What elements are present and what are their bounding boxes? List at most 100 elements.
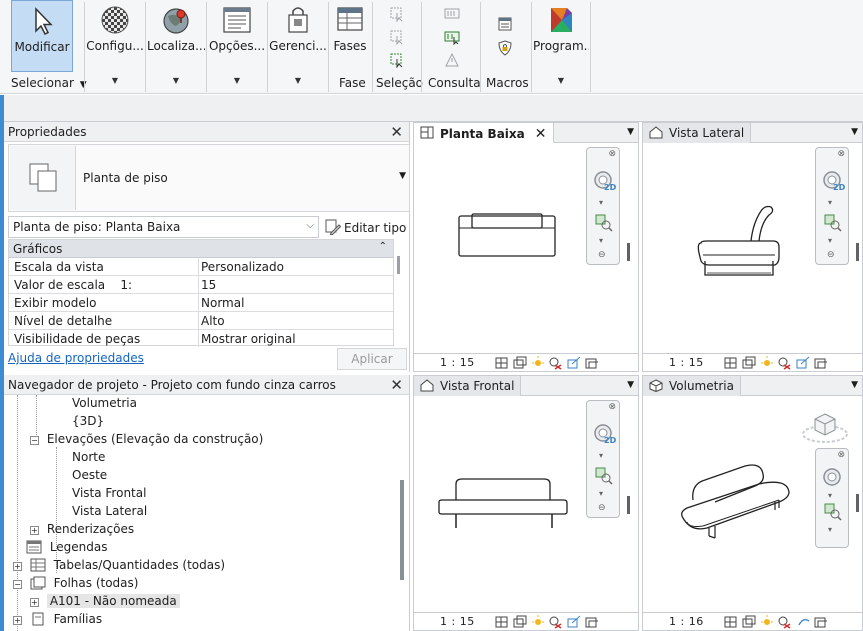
view-vista-lateral[interactable]: Vista Lateral ▼ ⊗ 2D ▾ ▾ ⊖ 1 : 15: [642, 122, 863, 372]
property-value[interactable]: Alto: [198, 312, 378, 329]
property-row[interactable]: Visibilidade de peças Mostrar original: [9, 330, 393, 348]
zoom-icon[interactable]: [595, 214, 613, 232]
view-scale[interactable]: 1 : 15: [440, 615, 475, 628]
warnings-icon[interactable]: [444, 52, 460, 68]
view-planta-baixa[interactable]: Planta Baixa ✕ ▼ ⊗ 2D ▾ ▾ ⊖ 1 : 15: [413, 122, 639, 372]
property-value[interactable]: 15: [198, 276, 378, 293]
options-button[interactable]: Opções... ▼: [208, 0, 266, 85]
tree-item-volumetria[interactable]: Volumetria: [72, 396, 137, 414]
nav-options-icon[interactable]: ⊖: [598, 503, 606, 513]
tree-item-vista-lateral[interactable]: Vista Lateral: [72, 504, 147, 522]
tree-item-vista-frontal[interactable]: Vista Frontal: [72, 486, 146, 504]
view-scrollbar[interactable]: [856, 494, 859, 512]
property-row[interactable]: Exibir modelo Normal: [9, 294, 393, 312]
select-links-icon[interactable]: [389, 6, 405, 22]
viewcube-icon[interactable]: [801, 410, 849, 444]
view-menu-icon[interactable]: ▼: [851, 127, 858, 137]
view-scrollbar[interactable]: [627, 243, 630, 261]
close-icon[interactable]: ⊗: [837, 450, 845, 460]
select-underlay-icon[interactable]: [389, 29, 405, 45]
chevron-down-icon[interactable]: ▾: [828, 491, 832, 500]
nav-options-icon[interactable]: ⊖: [598, 250, 606, 260]
apply-button[interactable]: Aplicar: [337, 348, 407, 370]
type-selector[interactable]: Planta de piso ▼: [8, 144, 410, 212]
view-volumetria[interactable]: Volumetria ▼ ⊗ ▾ ▾ 1 : 16: [642, 375, 863, 631]
view-menu-icon[interactable]: ▼: [627, 127, 634, 137]
properties-help-link[interactable]: Ajuda de propriedades: [8, 351, 144, 365]
tree-item-renderings[interactable]: + Renderizações: [30, 522, 134, 540]
tree-item-families[interactable]: + Famílias: [13, 612, 102, 630]
chevron-down-icon[interactable]: ▾: [828, 525, 832, 534]
steering-wheel-icon[interactable]: [822, 467, 846, 491]
expand-toggle-icon[interactable]: +: [13, 616, 22, 625]
graphics-category[interactable]: Gráficos ⌃: [9, 240, 393, 258]
chevron-down-icon[interactable]: ▾: [599, 489, 603, 498]
expand-toggle-icon[interactable]: +: [13, 562, 22, 571]
property-row[interactable]: Escala da vista Personalizado: [9, 258, 393, 276]
chevron-down-icon[interactable]: ▾: [828, 236, 832, 245]
select-by-id-icon[interactable]: [444, 29, 460, 45]
tree-item-a101[interactable]: + A101 - Não nomeada: [30, 594, 180, 612]
chevron-down-icon[interactable]: ▾: [828, 198, 832, 207]
collapse-icon[interactable]: ⌃: [379, 241, 387, 252]
property-row[interactable]: Valor de escala 1: 15: [9, 276, 393, 294]
view-menu-icon[interactable]: ▼: [627, 380, 634, 390]
manage-button[interactable]: Gerenci... ▼: [269, 0, 327, 85]
browser-scrollbar[interactable]: [400, 480, 404, 580]
close-icon[interactable]: ✕: [390, 376, 403, 394]
view-scrollbar[interactable]: [856, 243, 859, 261]
tree-item-3d[interactable]: {3D}: [72, 414, 104, 432]
tab-volumetria[interactable]: Volumetria: [643, 376, 741, 396]
view-menu-icon[interactable]: ▼: [851, 380, 858, 390]
macro-security-icon[interactable]: [497, 40, 513, 56]
select-panel-label[interactable]: Selecionar ▼: [11, 76, 87, 90]
view-control-icons[interactable]: [723, 615, 863, 629]
tree-item-oeste[interactable]: Oeste: [72, 468, 107, 486]
chevron-down-icon[interactable]: ▼: [399, 171, 406, 181]
expand-toggle-icon[interactable]: +: [30, 598, 39, 607]
close-icon[interactable]: ⊗: [608, 402, 616, 412]
tree-item-schedules[interactable]: + Tabelas/Quantidades (todas): [13, 558, 225, 576]
property-value[interactable]: Normal: [198, 294, 378, 311]
close-icon[interactable]: ⊗: [837, 149, 845, 159]
dynamo-button[interactable]: Program... ▼: [533, 0, 589, 85]
location-button[interactable]: Localiza... ▼: [147, 0, 205, 85]
tree-item-legends[interactable]: Legendas: [26, 540, 108, 558]
macro-manager-icon[interactable]: [497, 16, 513, 32]
chevron-down-icon[interactable]: ▾: [599, 198, 603, 207]
tree-item-elevations[interactable]: − Elevações (Elevação da construção): [30, 432, 263, 450]
tab-planta-baixa[interactable]: Planta Baixa ✕: [414, 123, 554, 143]
property-value[interactable]: Mostrar original: [198, 330, 378, 347]
zoom-icon[interactable]: [824, 214, 842, 232]
tab-vista-frontal[interactable]: Vista Frontal: [414, 376, 522, 396]
zoom-icon[interactable]: [824, 503, 842, 521]
view-control-icons[interactable]: [494, 615, 639, 629]
tree-item-norte[interactable]: Norte: [72, 450, 105, 468]
view-scale[interactable]: 1 : 15: [440, 356, 475, 369]
properties-scrollbar[interactable]: [397, 256, 400, 274]
collapse-toggle-icon[interactable]: −: [30, 436, 39, 445]
phases-button[interactable]: Fases: [330, 0, 370, 73]
property-value[interactable]: Personalizado: [198, 258, 378, 275]
view-vista-frontal[interactable]: Vista Frontal ▼ ⊗ 2D ▾ ▾ ⊖ 1 : 15: [413, 375, 639, 631]
collapse-toggle-icon[interactable]: −: [13, 580, 22, 589]
view-scale[interactable]: 1 : 16: [669, 615, 704, 628]
settings-button[interactable]: Configu... ▼: [86, 0, 144, 85]
chevron-down-icon[interactable]: ▾: [599, 451, 603, 460]
zoom-icon[interactable]: [595, 467, 613, 485]
close-icon[interactable]: ✕: [535, 126, 547, 142]
view-control-icons[interactable]: [723, 356, 863, 370]
close-icon[interactable]: ✕: [390, 123, 403, 141]
modify-button[interactable]: Modificar: [11, 0, 73, 72]
edit-type-button[interactable]: Editar tipo: [325, 216, 406, 238]
tree-item-sheets[interactable]: − Folhas (todas): [13, 576, 138, 594]
close-icon[interactable]: ⊗: [608, 149, 616, 159]
ids-icon[interactable]: [444, 6, 460, 22]
view-control-icons[interactable]: [494, 356, 639, 370]
view-scale[interactable]: 1 : 15: [669, 356, 704, 369]
expand-toggle-icon[interactable]: +: [30, 526, 39, 535]
tab-vista-lateral[interactable]: Vista Lateral: [643, 123, 752, 143]
nav-options-icon[interactable]: ⊖: [827, 250, 835, 260]
property-row[interactable]: Nível de detalhe Alto: [9, 312, 393, 330]
instance-filter-combo[interactable]: Planta de piso: Planta Baixa ⌵: [8, 216, 319, 238]
